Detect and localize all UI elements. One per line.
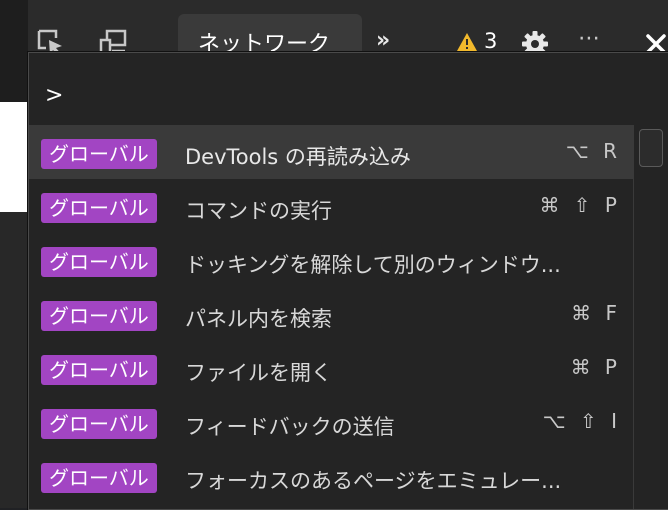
- category-badge: グローバル: [41, 247, 157, 277]
- prompt-char: >: [45, 83, 64, 108]
- results-scrollbar[interactable]: [633, 125, 666, 509]
- command-shortcut: ⌥ ⇧ I: [542, 409, 621, 433]
- command-title: ドッキングを解除して別のウィンドウ...: [185, 253, 561, 277]
- command-title: DevTools の再読み込み: [185, 145, 411, 169]
- command-item[interactable]: グローバル フォーカスのあるページをエミュレー...: [29, 449, 633, 503]
- page-content-edge: [0, 102, 28, 212]
- command-item[interactable]: グローバル ファイルを開く ⌘ P: [29, 341, 633, 395]
- command-shortcut: ⌘ F: [571, 301, 621, 325]
- warning-count[interactable]: 3: [484, 29, 497, 53]
- more-tabs-button[interactable]: »: [376, 28, 390, 53]
- category-badge: グローバル: [41, 409, 157, 439]
- scrollbar-thumb[interactable]: [639, 129, 663, 167]
- category-badge: グローバル: [41, 355, 157, 385]
- page-gap: [0, 212, 28, 508]
- category-badge: グローバル: [41, 463, 157, 493]
- command-input[interactable]: [69, 77, 633, 111]
- category-badge: グローバル: [41, 301, 157, 331]
- command-results-list: グローバル DevTools の再読み込み ⌥ R グローバル コマンドの実行 …: [29, 125, 633, 509]
- command-shortcut: ⌥ R: [565, 139, 621, 163]
- command-item[interactable]: グローバル DevTools の再読み込み ⌥ R: [29, 125, 633, 179]
- command-item[interactable]: グローバル コマンドの実行 ⌘ ⇧ P: [29, 179, 633, 233]
- kebab-menu-icon[interactable]: ⋯: [578, 26, 602, 51]
- command-palette: > グローバル DevTools の再読み込み ⌥ R グローバル コマンドの実…: [28, 52, 668, 510]
- command-title: ファイルを開く: [185, 361, 332, 385]
- warning-icon[interactable]: [456, 32, 478, 52]
- command-prompt-row: >: [29, 53, 665, 125]
- command-item[interactable]: グローバル パネル内を検索 ⌘ F: [29, 287, 633, 341]
- category-badge: グローバル: [41, 139, 157, 169]
- command-item[interactable]: グローバル フィードバックの送信 ⌥ ⇧ I: [29, 395, 633, 449]
- command-shortcut: ⌘ P: [570, 355, 621, 379]
- category-badge: グローバル: [41, 193, 157, 223]
- command-title: フォーカスのあるページをエミュレー...: [185, 469, 562, 493]
- command-title: パネル内を検索: [185, 307, 332, 331]
- command-item[interactable]: グローバル ドッキングを解除して別のウィンドウ...: [29, 233, 633, 287]
- command-shortcut: ⌘ ⇧ P: [539, 193, 621, 217]
